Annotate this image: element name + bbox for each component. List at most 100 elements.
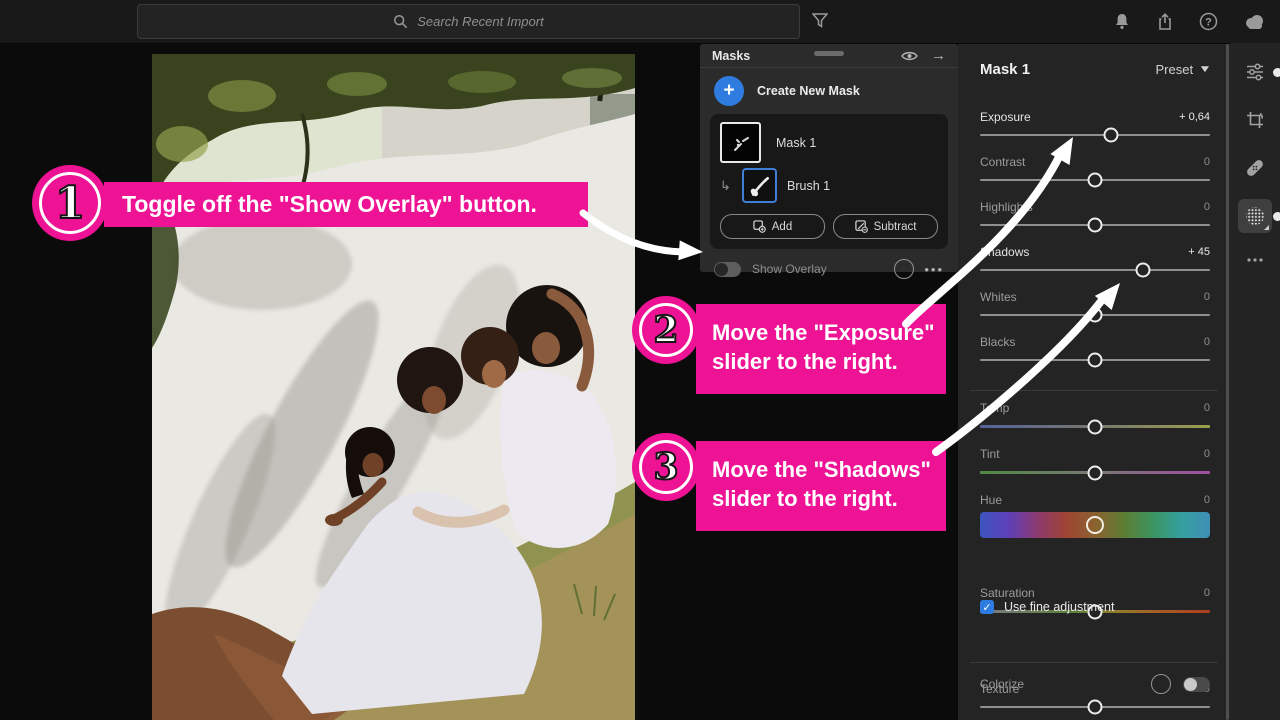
eye-icon[interactable] [901, 50, 918, 62]
exposure-slider-knob[interactable] [1104, 128, 1119, 143]
step-1-instruction: Toggle off the "Show Overlay" button. [104, 182, 588, 227]
slider-row-temp: Temp0 [980, 401, 1210, 443]
cloud-icon[interactable] [1243, 13, 1266, 30]
brush-item[interactable]: ↳ Brush 1 [720, 168, 938, 203]
temp-slider-knob[interactable] [1088, 419, 1103, 434]
create-new-mask-button[interactable]: + Create New Mask [700, 68, 958, 112]
highlights-label: Highlights [980, 200, 1033, 214]
mask-thumbnail [720, 122, 761, 163]
shadows-label: Shadows [980, 245, 1029, 259]
step-3-badge: 3 [639, 440, 693, 494]
panel-drag-handle[interactable] [814, 51, 844, 56]
bell-icon[interactable] [1113, 12, 1131, 31]
svg-text:?: ? [1205, 16, 1212, 28]
checkbox-checked-icon: ✓ [980, 600, 994, 614]
search-icon [393, 14, 408, 29]
filter-icon[interactable] [812, 13, 828, 28]
texture-slider-knob[interactable] [1088, 700, 1103, 715]
whites-slider[interactable] [980, 314, 1210, 316]
colorize-toggle[interactable] [1183, 677, 1210, 692]
brush-name: Brush 1 [787, 179, 830, 193]
subtract-button[interactable]: Subtract [833, 214, 938, 239]
texture-slider[interactable] [980, 706, 1210, 708]
tint-label: Tint [980, 447, 1000, 461]
temp-slider[interactable] [980, 425, 1210, 428]
slider-row-blacks: Blacks 0 [980, 335, 1210, 377]
more-options-icon[interactable]: ••• [924, 262, 944, 277]
mask-item[interactable]: Mask 1 [720, 122, 938, 163]
masking-tool-badge [1273, 212, 1280, 221]
highlights-value: 0 [1204, 201, 1210, 213]
tool-flyout-indicator [1264, 225, 1269, 230]
help-icon[interactable]: ? [1199, 12, 1218, 31]
exposure-value: + 0,64 [1179, 111, 1210, 123]
healing-tool-button[interactable] [1238, 151, 1272, 185]
whites-label: Whites [980, 290, 1017, 304]
more-dots-icon [1245, 250, 1265, 270]
indent-arrow-icon: ↳ [720, 178, 732, 194]
exposure-slider[interactable] [980, 134, 1210, 136]
edit-tool-button[interactable] [1238, 55, 1272, 89]
add-button[interactable]: Add [720, 214, 825, 239]
contrast-slider[interactable] [980, 179, 1210, 181]
more-tools-button[interactable] [1238, 243, 1272, 277]
preset-dropdown[interactable]: Preset ▼ [1156, 62, 1210, 77]
search-input[interactable]: Search Recent Import [137, 4, 800, 39]
hue-value: 0 [1204, 494, 1210, 506]
masking-tool-button[interactable] [1238, 199, 1272, 233]
step-2-badge: 2 [639, 303, 693, 357]
step-1-badge: 1 [39, 172, 101, 234]
blacks-label: Blacks [980, 335, 1015, 349]
shadows-slider[interactable] [980, 269, 1210, 271]
tint-value: 0 [1204, 448, 1210, 460]
masks-panel: Masks → + Create New Mask [700, 44, 958, 272]
step-2-instruction: Move the "Exposure"slider to the right. [696, 304, 946, 394]
add-icon [753, 220, 766, 233]
edit-sliders-icon [1245, 62, 1265, 82]
collapse-panel-icon[interactable]: → [931, 48, 946, 63]
tool-rail [1230, 43, 1280, 720]
slider-row-hue: Hue 0 [980, 493, 1210, 535]
subtract-icon [855, 220, 868, 233]
overlay-color-icon[interactable] [894, 259, 914, 279]
hue-label: Hue [980, 493, 1002, 507]
mask-group-card: Mask 1 ↳ Brush 1 [710, 114, 948, 249]
hue-slider-knob[interactable] [1086, 516, 1104, 534]
share-icon[interactable] [1156, 12, 1174, 31]
shadows-slider-knob[interactable] [1136, 263, 1151, 278]
healing-brush-icon [1244, 157, 1266, 179]
shadows-value: + 45 [1188, 246, 1210, 258]
panel-scrollbar[interactable] [1226, 44, 1229, 720]
exposure-label: Exposure [980, 110, 1031, 124]
search-placeholder: Search Recent Import [417, 14, 543, 29]
slider-row-contrast: Contrast0 [980, 155, 1210, 197]
slider-row-exposure: Exposure + 0,64 [980, 110, 1210, 152]
hue-slider[interactable] [980, 512, 1210, 538]
top-bar: Search Recent Import ? [0, 0, 1280, 44]
whites-slider-knob[interactable] [1088, 308, 1103, 323]
photo-canvas[interactable] [152, 54, 635, 720]
divider [970, 662, 1218, 663]
blacks-slider-knob[interactable] [1088, 353, 1103, 368]
contrast-value: 0 [1204, 156, 1210, 168]
colorize-color-icon[interactable] [1151, 674, 1171, 694]
highlights-slider[interactable] [980, 224, 1210, 226]
blacks-slider[interactable] [980, 359, 1210, 361]
fine-adjustment-checkbox[interactable]: ✓ Use fine adjustment [980, 600, 1114, 614]
edit-panel-title: Mask 1 [980, 61, 1030, 78]
crop-tool-button[interactable] [1238, 103, 1272, 137]
colorize-label: Colorize [980, 677, 1024, 691]
highlights-slider-knob[interactable] [1088, 218, 1103, 233]
slider-row-highlights: Highlights 0 [980, 200, 1210, 242]
divider [970, 390, 1218, 391]
masks-panel-title: Masks [712, 49, 750, 63]
tint-slider[interactable] [980, 471, 1210, 474]
show-overlay-toggle[interactable] [714, 262, 741, 277]
step-3-instruction: Move the "Shadows"slider to the right. [696, 441, 946, 531]
slider-row-shadows: Shadows + 45 [980, 245, 1210, 287]
edit-tool-badge [1273, 68, 1280, 77]
blacks-value: 0 [1204, 336, 1210, 348]
tint-slider-knob[interactable] [1088, 465, 1103, 480]
contrast-slider-knob[interactable] [1088, 173, 1103, 188]
temp-label: Temp [980, 401, 1009, 415]
